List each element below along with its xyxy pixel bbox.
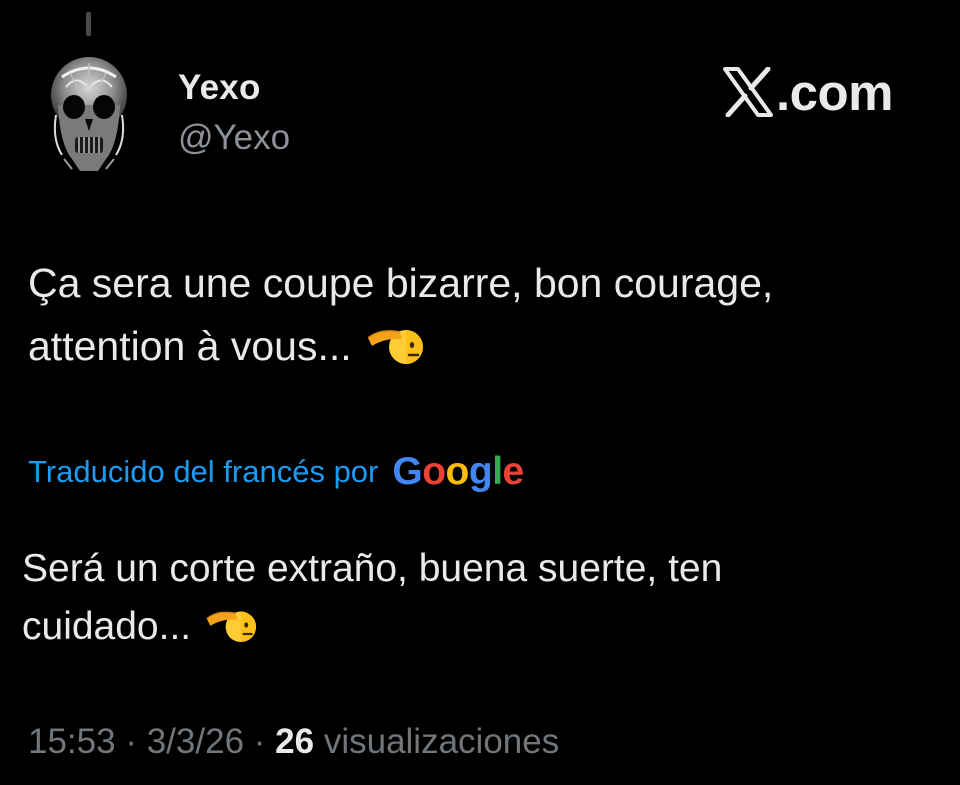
tweet-text-line: Ça sera une coupe bizarre, bon courage, xyxy=(28,260,774,306)
translated-text-fragment: cuidado... xyxy=(22,605,192,648)
author-handle[interactable]: @Yexo xyxy=(178,118,290,158)
tweet-time[interactable]: 15:53 xyxy=(28,722,116,761)
brand-domain-text: .com xyxy=(776,63,894,121)
thread-connector-line xyxy=(86,12,91,36)
views-label[interactable]: visualizaciones xyxy=(324,722,559,761)
tweet-date[interactable]: 3/3/26 xyxy=(147,722,244,761)
skull-avatar[interactable] xyxy=(48,55,130,173)
tweet-metadata: 15:53 · 3/3/26 · 26 visualizaciones xyxy=(28,722,559,762)
translated-text-line: cuidado... xyxy=(22,598,922,656)
tweet-text-line: attention à vous... xyxy=(28,315,928,378)
x-logo-icon xyxy=(723,67,773,117)
tweet-text-fragment: attention à vous... xyxy=(28,323,352,369)
meta-separator: · xyxy=(253,722,266,761)
translation-attribution[interactable]: Traducido del francés por Google xyxy=(28,450,524,494)
translation-label[interactable]: Traducido del francés por xyxy=(28,454,378,490)
tweet-body: Ça sera une coupe bizarre, bon courage, … xyxy=(28,252,928,378)
author-display-name[interactable]: Yexo xyxy=(178,68,261,108)
saluting-face-emoji xyxy=(206,611,257,642)
meta-separator: · xyxy=(125,722,137,761)
views-count[interactable]: 26 xyxy=(275,722,314,761)
x-com-watermark: .com xyxy=(722,63,894,121)
translated-tweet-body: Será un corte extraño, buena suerte, ten… xyxy=(22,540,922,656)
translated-text-line: Será un corte extraño, buena suerte, ten xyxy=(22,547,723,590)
google-logo: Google xyxy=(392,450,524,493)
saluting-face-emoji xyxy=(367,330,423,365)
